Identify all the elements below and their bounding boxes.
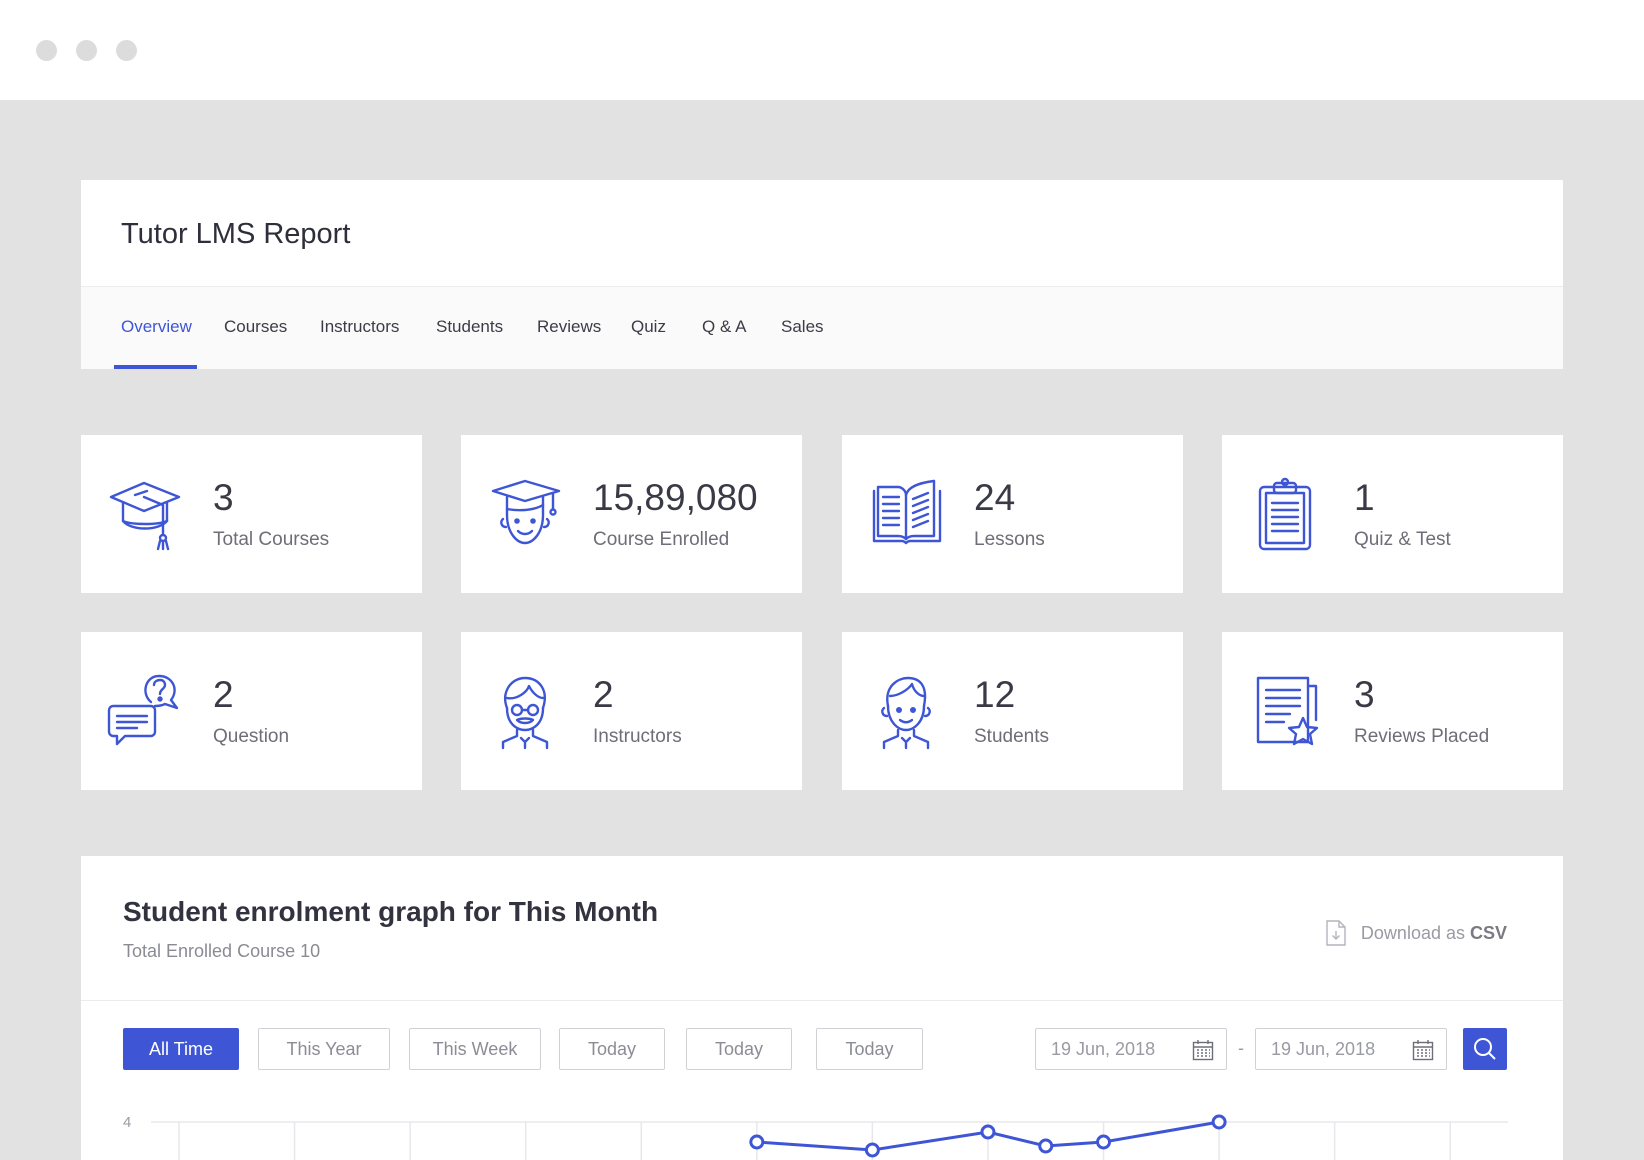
download-csv-link[interactable]: Download as CSV	[1325, 920, 1507, 946]
enrolment-graph-card: Student enrolment graph for This Month T…	[81, 856, 1563, 1160]
filter-today-button[interactable]: Today	[559, 1028, 665, 1070]
tab-instructors[interactable]: Instructors	[320, 317, 399, 337]
stat-value: 15,89,080	[593, 477, 758, 518]
graph-subtitle: Total Enrolled Course 10	[123, 941, 321, 961]
chart-data-point[interactable]	[749, 1134, 765, 1150]
report-tabs: Overview Courses Instructors Students Re…	[81, 286, 1563, 369]
stat-label: Quiz & Test	[1354, 529, 1451, 550]
minimize-window-dot[interactable]	[76, 40, 97, 61]
chart-data-point[interactable]	[1211, 1114, 1227, 1130]
chart-data-point[interactable]	[864, 1142, 880, 1158]
active-tab-indicator	[114, 365, 197, 369]
tab-reviews[interactable]: Reviews	[537, 317, 601, 337]
stat-value: 24	[974, 477, 1016, 518]
stat-value: 1	[1354, 477, 1375, 518]
stat-card-total-courses: 3 Total Courses	[81, 435, 422, 593]
date-from-field[interactable]: 19 Jun, 2018	[1035, 1028, 1227, 1070]
instructor-icon	[487, 672, 565, 750]
graduation-cap-icon	[107, 475, 185, 553]
date-to-value: 19 Jun, 2018	[1271, 1039, 1376, 1059]
filter-this-week-button[interactable]: This Week	[409, 1028, 541, 1070]
stat-card-course-enrolled: 15,89,080 Course Enrolled	[461, 435, 802, 593]
calendar-icon[interactable]	[1192, 1039, 1214, 1061]
page-title: Tutor LMS Report	[121, 218, 351, 250]
tab-quiz[interactable]: Quiz	[631, 317, 666, 337]
maximize-window-dot[interactable]	[116, 40, 137, 61]
stat-card-reviews-placed: 3 Reviews Placed	[1222, 632, 1563, 790]
stat-value: 12	[974, 674, 1016, 715]
chart-data-point[interactable]	[980, 1124, 996, 1140]
graph-title: Student enrolment graph for This Month	[123, 896, 659, 927]
chart-data-point[interactable]	[1038, 1138, 1054, 1154]
clipboard-icon	[1248, 475, 1326, 553]
review-document-icon	[1248, 672, 1326, 750]
stat-value: 3	[1354, 674, 1375, 715]
report-header-card: Tutor LMS Report Overview Courses Instru…	[81, 180, 1563, 369]
stat-value: 2	[593, 674, 614, 715]
filter-all-time-button[interactable]: All Time	[123, 1028, 239, 1070]
file-download-icon	[1326, 920, 1346, 946]
stat-label: Question	[213, 726, 290, 747]
search-button[interactable]	[1463, 1028, 1507, 1070]
open-book-icon	[868, 475, 946, 553]
filter-today-button-2[interactable]: Today	[686, 1028, 792, 1070]
tab-overview[interactable]: Overview	[121, 317, 192, 337]
stat-label: Total Courses	[213, 529, 330, 550]
calendar-icon[interactable]	[1412, 1039, 1434, 1061]
download-label: Download as	[1360, 922, 1465, 943]
filter-this-year-button[interactable]: This Year	[258, 1028, 390, 1070]
graduate-student-icon	[487, 475, 565, 553]
stat-label: Students	[974, 726, 1049, 747]
question-chat-icon	[107, 672, 185, 750]
date-from-value: 19 Jun, 2018	[1051, 1039, 1156, 1059]
stat-label: Reviews Placed	[1354, 726, 1490, 747]
stat-label: Course Enrolled	[593, 529, 730, 550]
stat-card-question: 2 Question	[81, 632, 422, 790]
search-icon	[1474, 1038, 1496, 1060]
tab-courses[interactable]: Courses	[224, 317, 287, 337]
stat-value: 2	[213, 674, 234, 715]
close-window-dot[interactable]	[36, 40, 57, 61]
tab-students[interactable]: Students	[436, 317, 503, 337]
enrolment-line-chart	[151, 1114, 1508, 1160]
filter-today-button-3[interactable]: Today	[816, 1028, 923, 1070]
tab-q-and-a[interactable]: Q & A	[702, 317, 746, 337]
stat-card-quiz-test: 1 Quiz & Test	[1222, 435, 1563, 593]
stat-card-instructors: 2 Instructors	[461, 632, 802, 790]
download-format: CSV	[1469, 922, 1507, 943]
date-range-separator: -	[1238, 1038, 1244, 1058]
tab-sales[interactable]: Sales	[781, 317, 824, 337]
date-to-field[interactable]: 19 Jun, 2018	[1255, 1028, 1447, 1070]
student-icon	[868, 672, 946, 750]
window-titlebar	[0, 0, 1644, 100]
stat-value: 3	[213, 477, 234, 518]
stat-label: Lessons	[974, 529, 1045, 550]
stat-card-students: 12 Students	[842, 632, 1183, 790]
chart-data-point[interactable]	[1096, 1134, 1112, 1150]
stat-card-lessons: 24 Lessons	[842, 435, 1183, 593]
graph-divider	[81, 1000, 1563, 1001]
stat-label: Instructors	[593, 726, 682, 747]
